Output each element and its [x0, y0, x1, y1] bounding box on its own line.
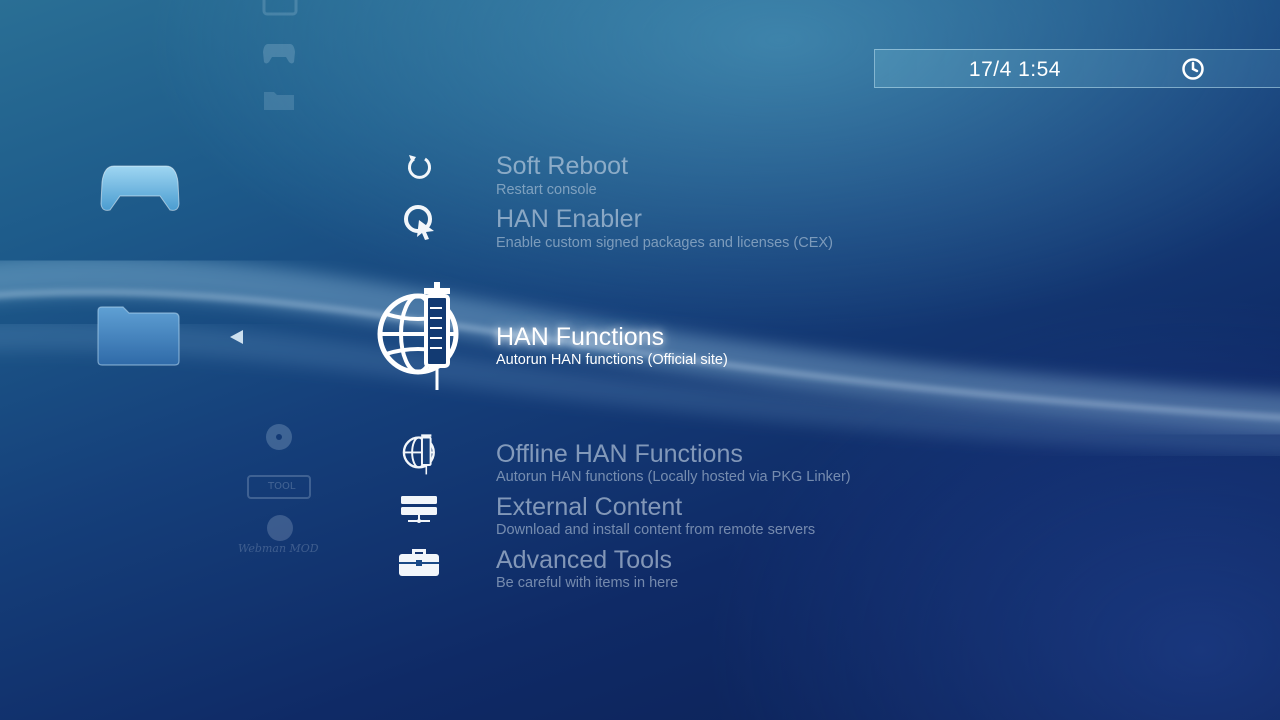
menu-item-title: HAN Functions [496, 323, 665, 351]
clock-text: 17/4 1:54 [968, 58, 1061, 81]
reboot-icon [408, 155, 431, 179]
menu-item-offline-han-functions[interactable]: Offline HAN Functions Autorun HAN functi… [376, 432, 976, 485]
server-icon [401, 496, 437, 523]
toolbox-icon [399, 549, 439, 576]
game-category-small-icon[interactable] [262, 40, 296, 66]
menu-item-han-enabler[interactable]: HAN Enabler Enable custom signed package… [376, 203, 976, 253]
folder-category-small-icon[interactable] [262, 88, 296, 112]
menu-item-title: Advanced Tools [496, 546, 673, 574]
menu-item-subtitle: Restart console [496, 182, 597, 198]
tool-logo-icon[interactable]: TOOL [244, 472, 314, 504]
folder-category-icon[interactable] [95, 305, 181, 367]
menu-item-subtitle: Download and install content from remote… [496, 522, 816, 538]
tv-category-icon[interactable] [262, 0, 298, 18]
webman-logo-label: Webman MOD [238, 542, 319, 555]
menu-item-subtitle: Autorun HAN functions (Locally hosted vi… [496, 469, 851, 485]
menu-item-title: External Content [496, 493, 683, 521]
webman-logo-icon[interactable]: Webman MOD [236, 512, 326, 558]
disc-icon[interactable] [264, 422, 294, 452]
menu-item-soft-reboot[interactable]: Soft Reboot Restart console [376, 150, 976, 200]
menu-item-title: Soft Reboot [496, 152, 629, 180]
menu-item-advanced-tools[interactable]: Advanced Tools Be careful with items in … [376, 545, 976, 595]
tool-logo-label: TOOL [268, 481, 296, 492]
han-enabler-icon [404, 205, 434, 240]
menu-item-han-functions[interactable]: HAN Functions Autorun HAN functions (Off… [376, 282, 976, 394]
clock-icon [1182, 58, 1204, 80]
menu-item-title: Offline HAN Functions [496, 440, 743, 468]
globe-syringe-icon [377, 282, 459, 390]
menu-item-subtitle: Be careful with items in here [496, 575, 679, 591]
globe-syringe-icon [402, 434, 435, 475]
menu-item-external-content[interactable]: External Content Download and install co… [376, 492, 976, 542]
menu-item-title: HAN Enabler [496, 205, 642, 233]
game-category-icon[interactable] [100, 160, 180, 214]
menu-item-subtitle: Autorun HAN functions (Official site) [496, 352, 728, 368]
clock-panel: 17/4 1:54 [874, 49, 1280, 88]
menu-item-subtitle: Enable custom signed packages and licens… [496, 235, 833, 251]
selection-arrow-icon [230, 330, 243, 344]
